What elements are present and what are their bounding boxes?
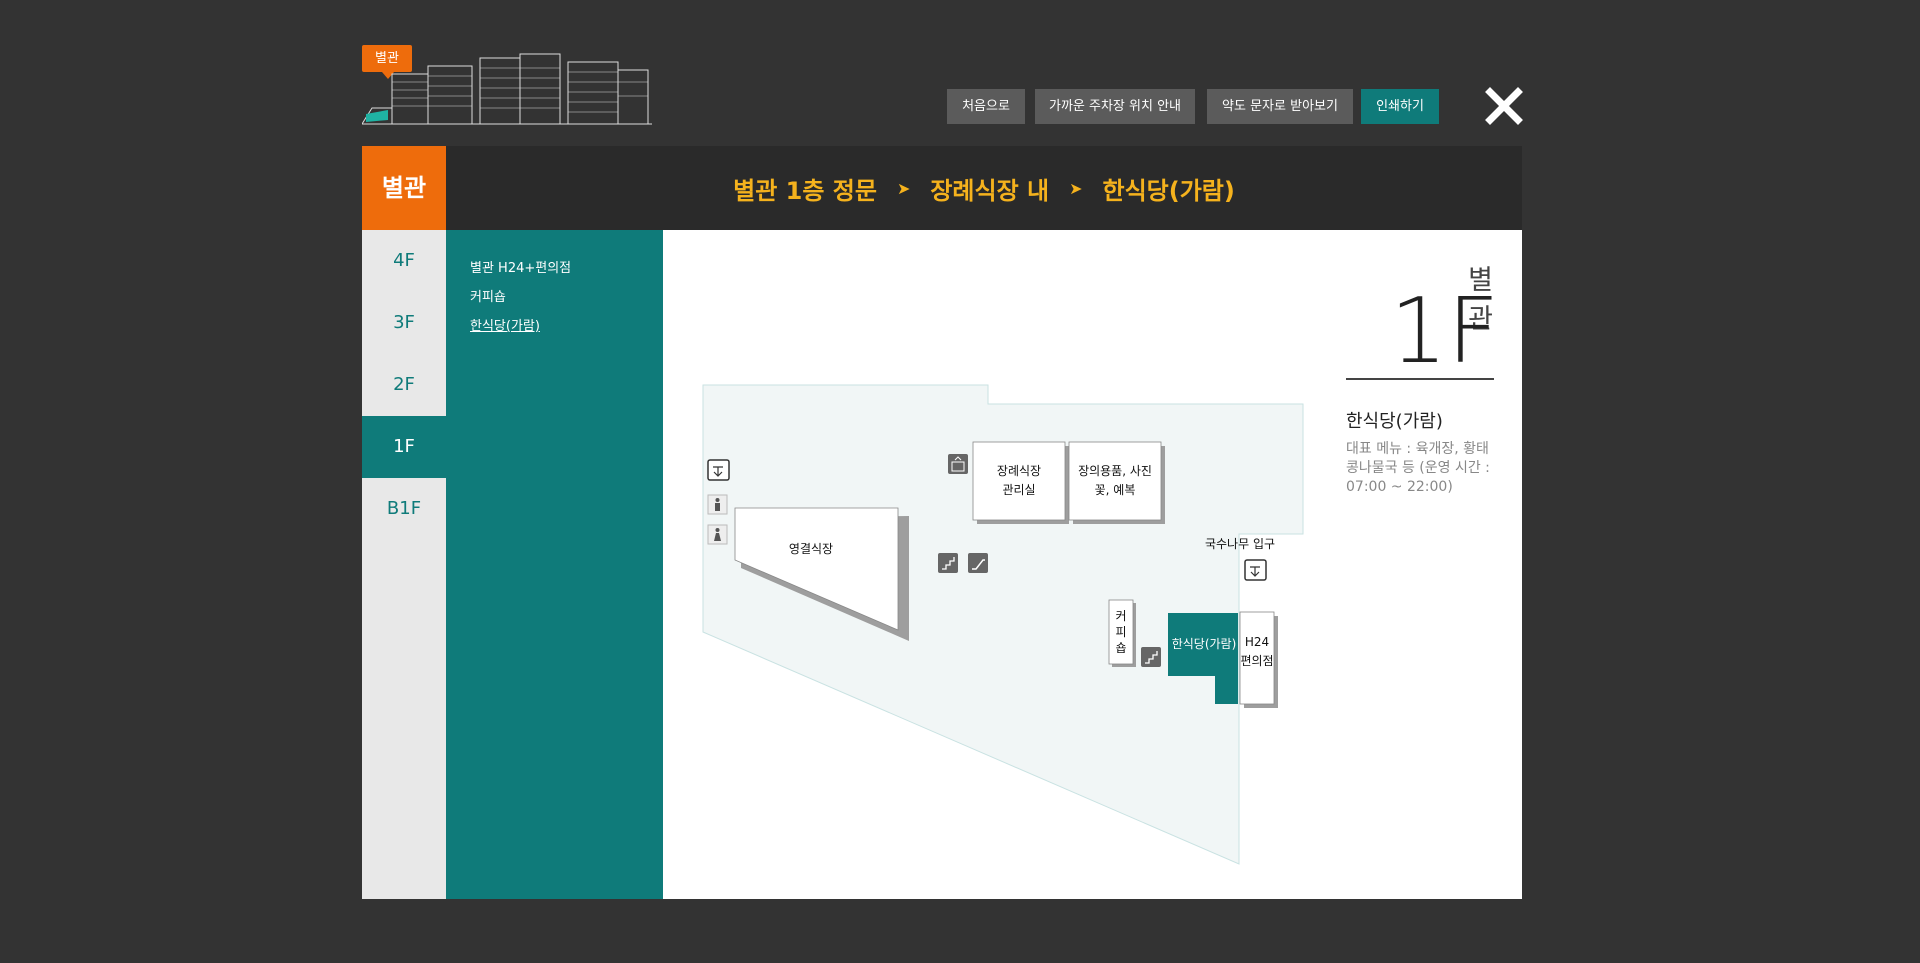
info-divider [1346,378,1494,380]
escalator-icon [968,553,988,573]
female-restroom-icon [707,524,728,545]
info-facility-name: 한식당(가람) [1346,411,1443,432]
facility-list: 별관 H24+편의점 커피숍 한식당(가람) [446,230,663,899]
print-button[interactable]: 인쇄하기 [1361,89,1439,124]
store-label-line1: H24 [1244,635,1270,649]
info-floor: 1F [1390,279,1500,384]
info-description: 대표 메뉴 : 육개장, 황태콩나물국 등 (운영 시간 : 07:00 ~ 2… [1346,441,1490,495]
floor-list: 4F 3F 2F 1F B1F [362,230,446,899]
breadcrumb-separator: ➤ [896,178,911,198]
facility-item-selected[interactable]: 한식당(가람) [470,315,540,334]
breadcrumb-item: 장례식장 내 [930,176,1050,205]
elevator-icon [948,454,968,474]
floor-tab-b1f[interactable]: B1F [362,478,446,540]
floor-tab-1f[interactable]: 1F [362,416,446,478]
facility-item[interactable]: 커피숍 [470,286,506,305]
supplies-label-line2: 꽃, 예복 [1094,483,1136,497]
male-restroom-icon [707,494,728,515]
store-label-line2: 편의점 [1240,654,1274,668]
facility-item[interactable]: 별관 H24+편의점 [470,257,571,276]
building-tab[interactable]: 별관 [362,146,446,230]
exit-icon [707,459,730,481]
coffee-label: 숍 [1115,641,1127,655]
coffee-label: 커 [1115,609,1127,623]
exit-icon [1244,559,1267,581]
office-label-line1: 장례식장 [996,464,1042,478]
hall-label: 영결식장 [788,542,834,556]
breadcrumb-item: 한식당(가람) [1102,176,1235,205]
home-button[interactable]: 처음으로 [947,89,1025,124]
floor-tab-4f[interactable]: 4F [362,230,446,292]
restaurant-label: 한식당(가람) [1171,637,1237,651]
building-skyline-icon [362,53,652,125]
coffee-label: 피 [1115,625,1127,639]
breadcrumb-separator: ➤ [1069,178,1083,198]
stairs-icon [938,553,958,573]
office-label-line2: 관리실 [1002,483,1036,497]
entrance-label: 국수나무 입구 [1204,537,1276,551]
floor-tab-2f[interactable]: 2F [362,354,446,416]
parking-guide-button[interactable]: 가까운 주차장 위치 안내 [1035,89,1195,124]
supplies-label-line1: 장의용품, 사진 [1078,464,1152,478]
stairs-icon [1141,647,1161,667]
breadcrumb-bar: 별관 1층 정문 ➤ 장례식장 내 ➤ 한식당(가람) [446,146,1522,230]
close-icon[interactable] [1484,86,1524,126]
breadcrumb: 별관 1층 정문 ➤ 장례식장 내 ➤ 한식당(가람) [446,146,1522,230]
breadcrumb-item: 별관 1층 정문 [733,176,877,205]
sms-map-button[interactable]: 약도 문자로 받아보기 [1207,89,1353,124]
floor-tab-3f[interactable]: 3F [362,292,446,354]
